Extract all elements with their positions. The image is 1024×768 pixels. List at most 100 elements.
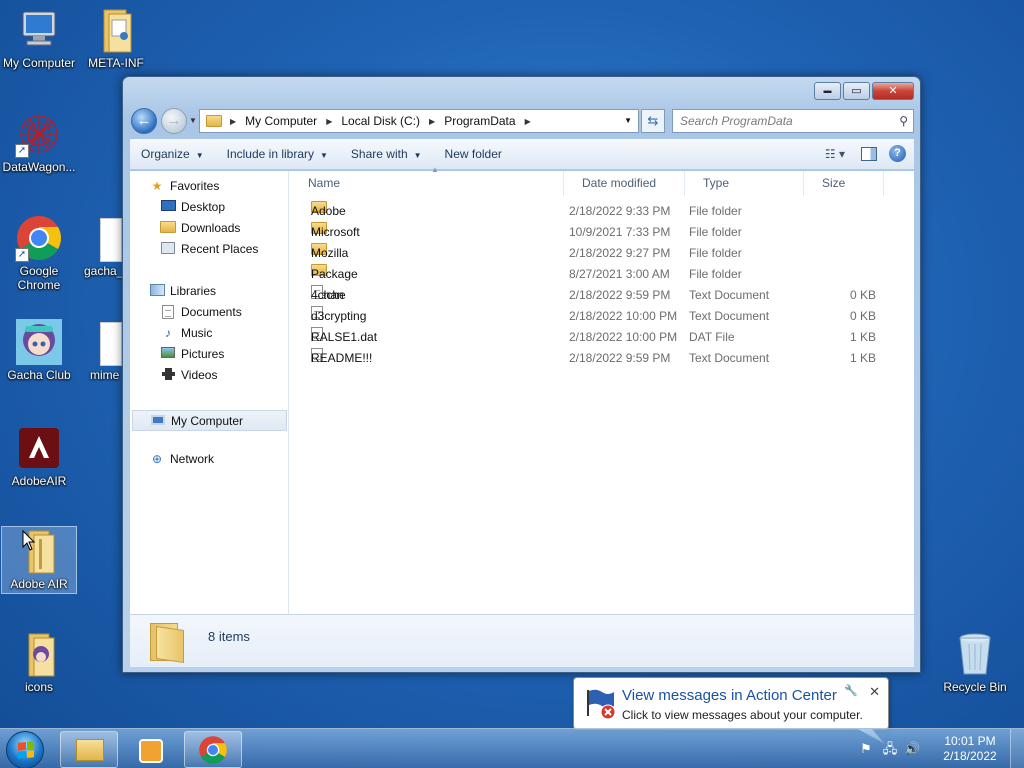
- close-button[interactable]: ✕: [872, 82, 914, 100]
- taskbar-media-player-button[interactable]: [122, 731, 180, 768]
- nav-my-computer[interactable]: My Computer: [132, 410, 287, 431]
- desktop-icon-datawagon[interactable]: ➚ DataWagon...: [0, 110, 78, 174]
- nav-documents[interactable]: Documents: [160, 305, 242, 319]
- nav-network[interactable]: ⊕ Network: [149, 452, 214, 466]
- pictures-icon: [160, 347, 176, 361]
- file-row[interactable]: Adobe 2/18/2022 9:33 PM File folder: [290, 201, 914, 222]
- file-row[interactable]: Microsoft 10/9/2021 7:33 PM File folder: [290, 222, 914, 243]
- file-row[interactable]: d3crypting 2/18/2022 10:00 PM Text Documen…: [290, 306, 914, 327]
- notification-title[interactable]: View messages in Action Center: [622, 687, 837, 704]
- options-icon[interactable]: 🔧: [844, 684, 858, 697]
- item-count: 8 items: [208, 629, 250, 644]
- search-icon[interactable]: ⚲: [899, 110, 908, 132]
- desktop-icon-meta-inf[interactable]: META-INF: [77, 6, 155, 70]
- breadcrumb-programdata[interactable]: ProgramData: [444, 114, 515, 128]
- network-icon[interactable]: 🖧: [882, 741, 898, 757]
- windows-logo-icon: [18, 741, 34, 759]
- breadcrumb-my-computer[interactable]: My Computer: [245, 114, 317, 128]
- breadcrumb-arrow-icon[interactable]: ▶: [525, 117, 531, 126]
- file-row[interactable]: Package Cache 8/27/2021 3:00 AM File folde…: [290, 264, 914, 302]
- mouse-cursor-icon: [22, 529, 36, 555]
- desktop-icon-recycle-bin[interactable]: Recycle Bin: [936, 630, 1014, 694]
- desktop-icon-adobeair[interactable]: AdobeAIR: [0, 424, 78, 488]
- nav-recent-places[interactable]: Recent Places: [160, 242, 258, 256]
- chevron-down-icon: ▼: [320, 151, 328, 160]
- breadcrumb-arrow-icon[interactable]: ▶: [429, 117, 435, 126]
- action-center-notification[interactable]: View messages in Action Center Click to …: [573, 677, 889, 730]
- navigation-pane: ★ Favorites Desktop Downloads Recent Pla…: [130, 171, 289, 614]
- desktop-icon-label: DataWagon...: [2, 160, 76, 174]
- column-header-name[interactable]: Name: [290, 171, 564, 196]
- desktop-icon-label: AdobeAIR: [11, 474, 67, 488]
- column-date-label: Date modified: [582, 176, 657, 190]
- file-date-modified: 8/27/2021 3:00 AM: [569, 267, 670, 281]
- taskbar-explorer-button[interactable]: [60, 731, 118, 768]
- datawagon-icon: ➚: [15, 110, 63, 158]
- chrome-icon: ➚: [15, 214, 63, 262]
- forward-button[interactable]: →: [161, 108, 187, 134]
- desktop-icon-gacha-club[interactable]: Gacha Club: [0, 318, 78, 382]
- search-input[interactable]: Search ProgramData ⚲: [672, 109, 914, 133]
- desktop-icon-adobe-air-folder[interactable]: Adobe AIR: [1, 526, 77, 594]
- address-dropdown-icon[interactable]: ▼: [624, 116, 632, 125]
- share-with-label: Share with: [350, 147, 408, 161]
- desktop-icon-label: Gacha Club: [7, 368, 71, 382]
- close-icon[interactable]: ✕: [869, 684, 880, 700]
- file-icon: [100, 218, 122, 262]
- desktop-icon-mime-file[interactable]: mime: [84, 322, 124, 382]
- start-button[interactable]: [6, 731, 44, 768]
- refresh-button[interactable]: ⇆: [641, 109, 665, 133]
- file-name-text: Microsoft: [311, 225, 360, 239]
- include-in-library-button[interactable]: Include in library ▼: [216, 147, 340, 161]
- address-bar[interactable]: ▶ My Computer ▶ Local Disk (C:) ▶ Progra…: [199, 109, 639, 133]
- volume-icon[interactable]: 🔊: [904, 741, 920, 757]
- nav-favorites[interactable]: ★ Favorites: [149, 179, 220, 193]
- clock-date: 2/18/2022: [943, 749, 997, 763]
- taskbar-chrome-button[interactable]: [184, 731, 242, 768]
- file-row[interactable]: 4chan 2/18/2022 9:59 PM Text Document 0 KB: [290, 285, 914, 306]
- desktop-icon-icons-folder[interactable]: icons: [0, 630, 78, 694]
- desktop-icon-my-computer[interactable]: My Computer: [0, 6, 78, 70]
- show-desktop-button[interactable]: [1010, 729, 1024, 768]
- nav-videos[interactable]: Videos: [160, 368, 217, 382]
- new-folder-button[interactable]: New folder: [434, 147, 514, 161]
- computer-icon: [15, 6, 63, 54]
- action-center-flag-icon[interactable]: ⚑: [858, 741, 874, 757]
- shortcut-arrow-icon: ➚: [15, 248, 29, 262]
- include-in-library-label: Include in library: [226, 147, 314, 161]
- nav-pictures[interactable]: Pictures: [160, 347, 224, 361]
- file-date-modified: 2/18/2022 10:00 PM: [569, 309, 678, 323]
- command-bar: Organize ▼ Include in library ▼ Share with…: [130, 139, 914, 170]
- nav-downloads[interactable]: Downloads: [160, 221, 240, 235]
- file-name-text: README!!!: [311, 351, 373, 365]
- file-row[interactable]: Mozilla 2/18/2022 9:27 PM File folder: [290, 243, 914, 264]
- new-folder-label: New folder: [444, 147, 502, 161]
- recent-pages-dropdown-icon[interactable]: ▼: [189, 116, 197, 125]
- nav-libraries[interactable]: Libraries: [149, 284, 216, 298]
- preview-pane-icon[interactable]: [861, 146, 877, 161]
- clock[interactable]: 10:01 PM 2/18/2022: [940, 734, 1000, 764]
- file-row[interactable]: RALSE1.dat 2/18/2022 10:00 PM DAT File 1 KB: [290, 327, 914, 348]
- organize-button[interactable]: Organize ▼: [130, 147, 216, 161]
- file-row[interactable]: README!!! 2/18/2022 9:59 PM Text Document 1…: [290, 348, 914, 369]
- breadcrumb-arrow-icon[interactable]: ▶: [326, 117, 332, 126]
- help-icon[interactable]: ?: [889, 145, 906, 162]
- column-header-date-modified[interactable]: Date modified: [564, 171, 685, 196]
- desktop-icon-google-chrome[interactable]: ➚ Google Chrome: [0, 214, 78, 292]
- nav-desktop[interactable]: Desktop: [160, 200, 225, 214]
- change-view-icon[interactable]: ☷ ▾: [825, 147, 845, 161]
- file-name-text: RALSE1.dat: [311, 330, 378, 344]
- maximize-button[interactable]: ▭: [843, 82, 870, 100]
- back-button[interactable]: ←: [131, 108, 157, 134]
- breadcrumb-arrow-icon[interactable]: ▶: [230, 117, 236, 126]
- nav-libraries-label: Libraries: [170, 284, 217, 298]
- breadcrumb-local-disk[interactable]: Local Disk (C:): [341, 114, 420, 128]
- column-header-size[interactable]: Size: [804, 171, 884, 196]
- documents-icon: [160, 305, 176, 319]
- column-header-type[interactable]: Type: [685, 171, 804, 196]
- nav-music[interactable]: ♪ Music: [160, 326, 212, 340]
- file-size: 0 KB: [849, 288, 876, 302]
- nav-music-label: Music: [181, 326, 213, 340]
- share-with-button[interactable]: Share with ▼: [340, 147, 434, 161]
- minimize-button[interactable]: ▬: [814, 82, 841, 100]
